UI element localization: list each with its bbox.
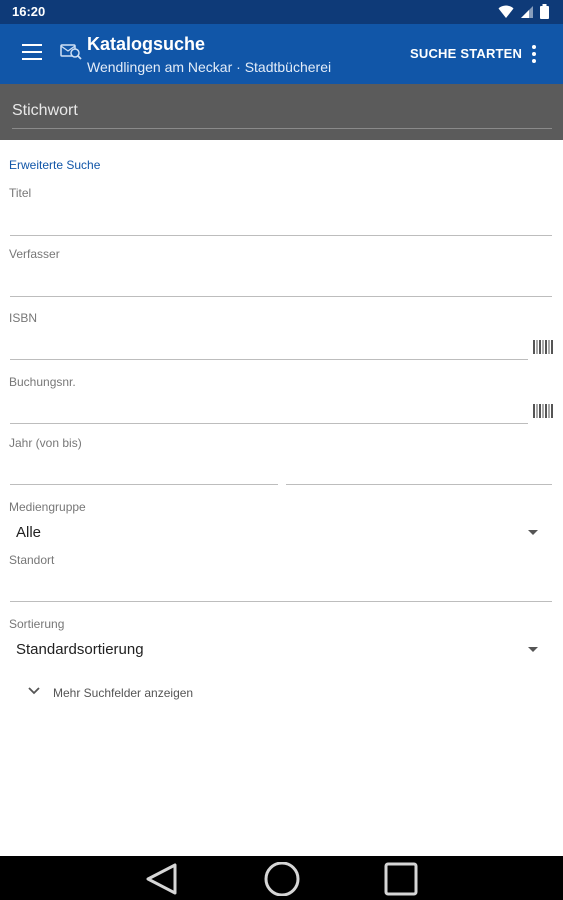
year-to-field[interactable]	[286, 459, 552, 485]
year-label: Jahr (von bis)	[9, 436, 82, 450]
year-from-field[interactable]	[10, 459, 278, 485]
app-bar: Katalogsuche Wendlingen am Neckar · Stad…	[0, 24, 563, 84]
isbn-field[interactable]	[10, 334, 528, 360]
sort-label: Sortierung	[9, 617, 65, 631]
media-group-label: Mediengruppe	[9, 500, 86, 514]
battery-icon	[540, 4, 549, 19]
keyword-bar	[0, 84, 563, 140]
sort-dropdown[interactable]: Standardsortierung	[10, 636, 552, 664]
overflow-icon[interactable]	[528, 44, 540, 64]
booking-number-field[interactable]	[10, 398, 528, 424]
chevron-down-icon	[28, 687, 40, 695]
status-time: 16:20	[12, 4, 46, 19]
signal-icon	[521, 5, 533, 18]
advanced-search-heading: Erweiterte Suche	[9, 158, 101, 172]
keyword-input[interactable]	[12, 101, 552, 129]
media-group-value: Alle	[16, 524, 42, 541]
dropdown-arrow-icon	[528, 647, 538, 652]
status-icons	[498, 4, 549, 19]
title-label: Titel	[9, 186, 32, 200]
start-search-button[interactable]: SUCHE STARTEN	[410, 46, 522, 61]
menu-icon[interactable]	[22, 44, 42, 60]
wifi-icon	[498, 5, 514, 18]
barcode-icon[interactable]	[533, 404, 553, 418]
catalog-icon	[60, 44, 82, 60]
nav-back-icon[interactable]	[143, 862, 179, 896]
more-fields-label: Mehr Suchfelder anzeigen	[53, 686, 194, 700]
app-title: Katalogsuche	[87, 34, 206, 54]
isbn-label: ISBN	[9, 311, 38, 325]
location-field[interactable]	[10, 576, 552, 602]
dropdown-arrow-icon	[528, 530, 538, 535]
nav-recents-icon[interactable]	[384, 862, 418, 896]
sort-value: Standardsortierung	[16, 641, 144, 658]
nav-home-icon[interactable]	[262, 862, 302, 896]
title-field[interactable]	[10, 210, 552, 236]
author-label: Verfasser	[9, 247, 60, 261]
location-label: Standort	[9, 553, 55, 567]
media-group-dropdown[interactable]: Alle	[10, 519, 552, 547]
navigation-bar	[0, 856, 563, 900]
status-bar: 16:20	[0, 0, 563, 24]
booking-number-label: Buchungsnr.	[9, 375, 76, 389]
barcode-icon[interactable]	[533, 340, 553, 354]
author-field[interactable]	[10, 271, 552, 297]
library-subtitle: Wendlingen am Neckar · Stadtbücherei	[87, 59, 332, 75]
